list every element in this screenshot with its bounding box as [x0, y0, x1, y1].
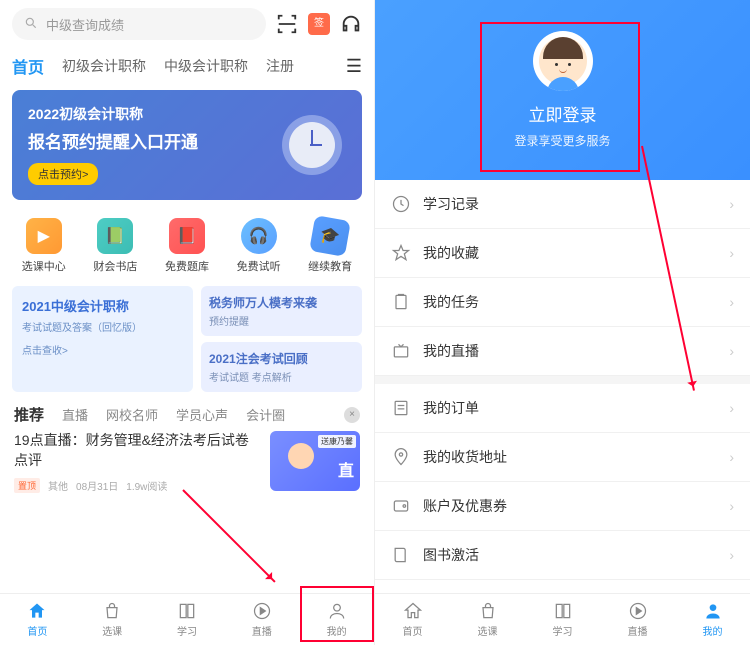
chevron-right-icon: › — [729, 400, 734, 416]
func-course-center[interactable]: ▶选课中心 — [22, 218, 66, 274]
nav-course[interactable]: 选课 — [450, 594, 525, 645]
menu-tasks[interactable]: 我的任务 › — [375, 278, 750, 327]
menu-my-live[interactable]: 我的直播 › — [375, 327, 750, 376]
chevron-right-icon: › — [729, 498, 734, 514]
rectab-teachers[interactable]: 网校名师 — [106, 405, 158, 424]
article-thumbnail: 送康乃馨 直 — [270, 431, 360, 491]
login-header: 立即登录 登录享受更多服务 — [375, 0, 750, 180]
function-grid: ▶选课中心 📗财会书店 📕免费题库 🎧免费试听 🎓继续教育 — [0, 206, 374, 286]
search-row: 中级查询成绩 签 — [0, 0, 374, 48]
recommend-tabs: 推荐 直播 网校名师 学员心声 会计圈 × — [0, 392, 374, 431]
nav-course[interactable]: 选课 — [75, 594, 150, 645]
activity-cards: 2021中级会计职称 考试试题及答案（回忆版） 点击查收> 税务师万人模考来袭 … — [0, 286, 374, 392]
person-icon — [327, 601, 347, 621]
order-icon — [391, 398, 411, 418]
nav-mine[interactable]: 我的 — [675, 594, 750, 645]
rectab-circle[interactable]: 会计圈 — [246, 405, 285, 424]
location-icon — [391, 447, 411, 467]
avatar[interactable] — [533, 31, 593, 91]
mine-screen: 立即登录 登录享受更多服务 学习记录 › 我的收藏 › 我的任务 › 我的直播 … — [375, 0, 750, 645]
menu-orders[interactable]: 我的订单 › — [375, 384, 750, 433]
promo-banner[interactable]: 2022初级会计职称 报名预约提醒入口开通 点击预约> — [12, 90, 362, 200]
clipboard-icon — [391, 292, 411, 312]
divider — [375, 376, 750, 384]
bag-icon — [102, 601, 122, 621]
article-item[interactable]: 19点直播：财务管理&经济法考后试卷点评 置顶 其他 08月31日 1.9w阅读… — [0, 431, 374, 493]
banner-button[interactable]: 点击预约> — [28, 163, 98, 185]
category-tabs: 首页 初级会计职称 中级会计职称 注册 ☰ — [0, 48, 374, 84]
play-icon — [628, 601, 648, 621]
home-icon — [403, 601, 423, 621]
chevron-right-icon: › — [729, 449, 734, 465]
rectab-recommend[interactable]: 推荐 — [14, 404, 44, 425]
nav-study[interactable]: 学习 — [525, 594, 600, 645]
nav-home[interactable]: 首页 — [375, 594, 450, 645]
menu-icon[interactable]: ☰ — [346, 56, 362, 77]
book-icon — [177, 601, 197, 621]
login-button[interactable]: 立即登录 — [529, 101, 597, 126]
book-activate-icon — [391, 545, 411, 565]
checkin-icon[interactable]: 签 — [308, 13, 330, 35]
annotation-arrow-left — [182, 489, 275, 582]
tv-icon — [391, 341, 411, 361]
tab-home[interactable]: 首页 — [12, 54, 44, 78]
nav-study[interactable]: 学习 — [150, 594, 225, 645]
menu-list: 学习记录 › 我的收藏 › 我的任务 › 我的直播 › 我的订单 › 我的收货地… — [375, 180, 750, 593]
tab-cpa[interactable]: 注册 — [266, 56, 294, 76]
search-input[interactable]: 中级查询成绩 — [12, 8, 266, 40]
menu-address[interactable]: 我的收货地址 › — [375, 433, 750, 482]
card-tax-mock[interactable]: 税务师万人模考来袭 预约提醒 — [201, 286, 362, 336]
top-badge: 置顶 — [14, 478, 40, 493]
play-icon — [252, 601, 272, 621]
chevron-right-icon: › — [729, 294, 734, 310]
article-meta: 置顶 其他 08月31日 1.9w阅读 — [14, 478, 260, 493]
headset-icon[interactable] — [340, 13, 362, 35]
card-cpa-review[interactable]: 2021注会考试回顾 考试试题 考点解析 — [201, 342, 362, 392]
func-questions[interactable]: 📕免费题库 — [165, 218, 209, 274]
func-continue-edu[interactable]: 🎓继续教育 — [308, 218, 352, 274]
menu-study-record[interactable]: 学习记录 › — [375, 180, 750, 229]
person-icon — [703, 601, 723, 621]
menu-favorites[interactable]: 我的收藏 › — [375, 229, 750, 278]
menu-book-activate[interactable]: 图书激活 › — [375, 531, 750, 580]
chevron-right-icon: › — [729, 196, 734, 212]
tab-junior[interactable]: 初级会计职称 — [62, 56, 146, 76]
home-screen: 中级查询成绩 签 首页 初级会计职称 中级会计职称 注册 ☰ 2022初级会计职… — [0, 0, 375, 645]
clock-icon — [282, 115, 342, 175]
bottom-nav-left: 首页 选课 学习 直播 我的 — [0, 593, 374, 645]
nav-home[interactable]: 首页 — [0, 594, 75, 645]
nav-live[interactable]: 直播 — [600, 594, 675, 645]
nav-mine[interactable]: 我的 — [299, 594, 374, 645]
clock-icon — [391, 194, 411, 214]
func-bookstore[interactable]: 📗财会书店 — [93, 218, 137, 274]
search-icon — [24, 16, 38, 33]
chevron-right-icon: › — [729, 343, 734, 359]
nav-live[interactable]: 直播 — [224, 594, 299, 645]
rectab-live[interactable]: 直播 — [62, 405, 88, 424]
article-title: 19点直播：财务管理&经济法考后试卷点评 — [14, 431, 260, 470]
chevron-right-icon: › — [729, 245, 734, 261]
close-icon[interactable]: × — [344, 407, 360, 423]
star-icon — [391, 243, 411, 263]
menu-account-coupon[interactable]: 账户及优惠券 › — [375, 482, 750, 531]
rectab-students[interactable]: 学员心声 — [176, 405, 228, 424]
tab-mid[interactable]: 中级会计职称 — [164, 56, 248, 76]
book-icon — [553, 601, 573, 621]
bottom-nav-right: 首页 选课 学习 直播 我的 — [375, 593, 750, 645]
login-subtitle: 登录享受更多服务 — [514, 132, 610, 149]
func-trial[interactable]: 🎧免费试听 — [237, 218, 281, 274]
chevron-right-icon: › — [729, 547, 734, 563]
search-placeholder: 中级查询成绩 — [46, 15, 124, 34]
bag-icon — [478, 601, 498, 621]
card-mid-exam[interactable]: 2021中级会计职称 考试试题及答案（回忆版） 点击查收> — [12, 286, 193, 392]
home-icon — [27, 601, 47, 621]
wallet-icon — [391, 496, 411, 516]
scan-icon[interactable] — [276, 13, 298, 35]
